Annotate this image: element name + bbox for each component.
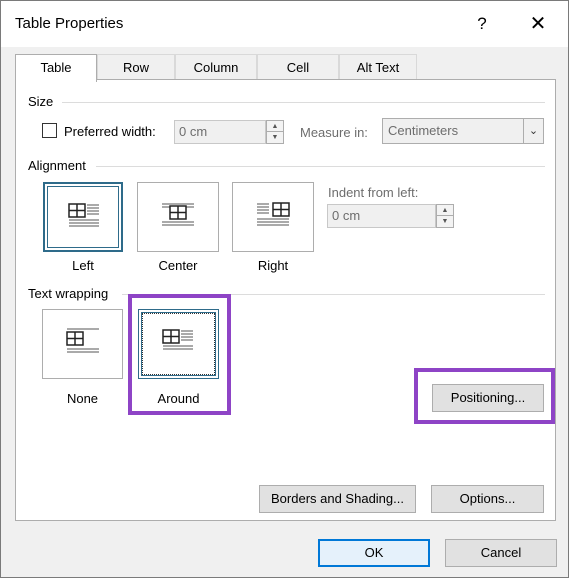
tab-table[interactable]: Table [15,54,97,82]
spin-down-icon[interactable]: ▼ [267,132,283,143]
divider [96,166,545,167]
spin-down-icon[interactable]: ▼ [437,216,453,227]
align-center-icon [162,203,194,226]
tab-row[interactable]: Row [97,54,175,80]
spin-up-icon[interactable]: ▲ [267,121,283,132]
indent-label: Indent from left: [328,185,419,200]
dialog-title: Table Properties [15,15,124,32]
align-right-tile[interactable] [232,182,314,252]
title-bar: Table Properties ? ✕ [1,1,568,47]
highlight-positioning [414,368,555,424]
highlight-around [128,294,231,415]
align-right-icon [257,202,290,226]
alignment-group-label: Alignment [28,158,86,173]
measure-in-value: Centimeters [388,123,459,138]
wrap-none-label: None [66,391,99,406]
tab-column[interactable]: Column [175,54,257,80]
ok-button[interactable]: OK [318,539,430,567]
help-icon[interactable]: ? [471,11,493,37]
chevron-down-icon[interactable]: ⌄ [523,119,543,143]
tab-panel-table: Size Preferred width: 0 cm ▲ ▼ Measure i… [15,79,556,521]
align-center-tile[interactable] [137,182,219,252]
table-properties-dialog: Table Properties ? ✕ Table Row Column Ce… [0,0,569,578]
indent-input[interactable]: 0 cm [327,204,436,228]
measure-in-select[interactable]: Centimeters ⌄ [382,118,544,144]
preferred-width-spinner[interactable]: ▲ ▼ [266,120,284,144]
borders-shading-button[interactable]: Borders and Shading... [259,485,416,513]
align-left-label: Left [72,258,94,273]
divider [62,102,545,103]
size-group-label: Size [28,94,54,109]
preferred-width-label: Preferred width: [64,124,156,139]
wrap-none-tile[interactable] [42,309,123,379]
preferred-width-input[interactable]: 0 cm [174,120,266,144]
align-left-tile[interactable] [43,182,123,252]
align-center-label: Center [158,258,198,273]
text-wrapping-group-label: Text wrapping [28,286,109,301]
cancel-button[interactable]: Cancel [445,539,557,567]
align-right-label: Right [257,258,289,273]
align-left-icon [68,203,99,227]
measure-in-label: Measure in: [300,125,368,140]
indent-spinner[interactable]: ▲ ▼ [436,204,454,228]
options-button[interactable]: Options... [431,485,544,513]
wrap-none-icon [66,328,99,353]
preferred-width-checkbox[interactable] [42,123,57,138]
spin-up-icon[interactable]: ▲ [437,205,453,216]
close-icon[interactable]: ✕ [525,11,551,37]
tab-cell[interactable]: Cell [257,54,339,80]
tab-alt-text[interactable]: Alt Text [339,54,417,80]
